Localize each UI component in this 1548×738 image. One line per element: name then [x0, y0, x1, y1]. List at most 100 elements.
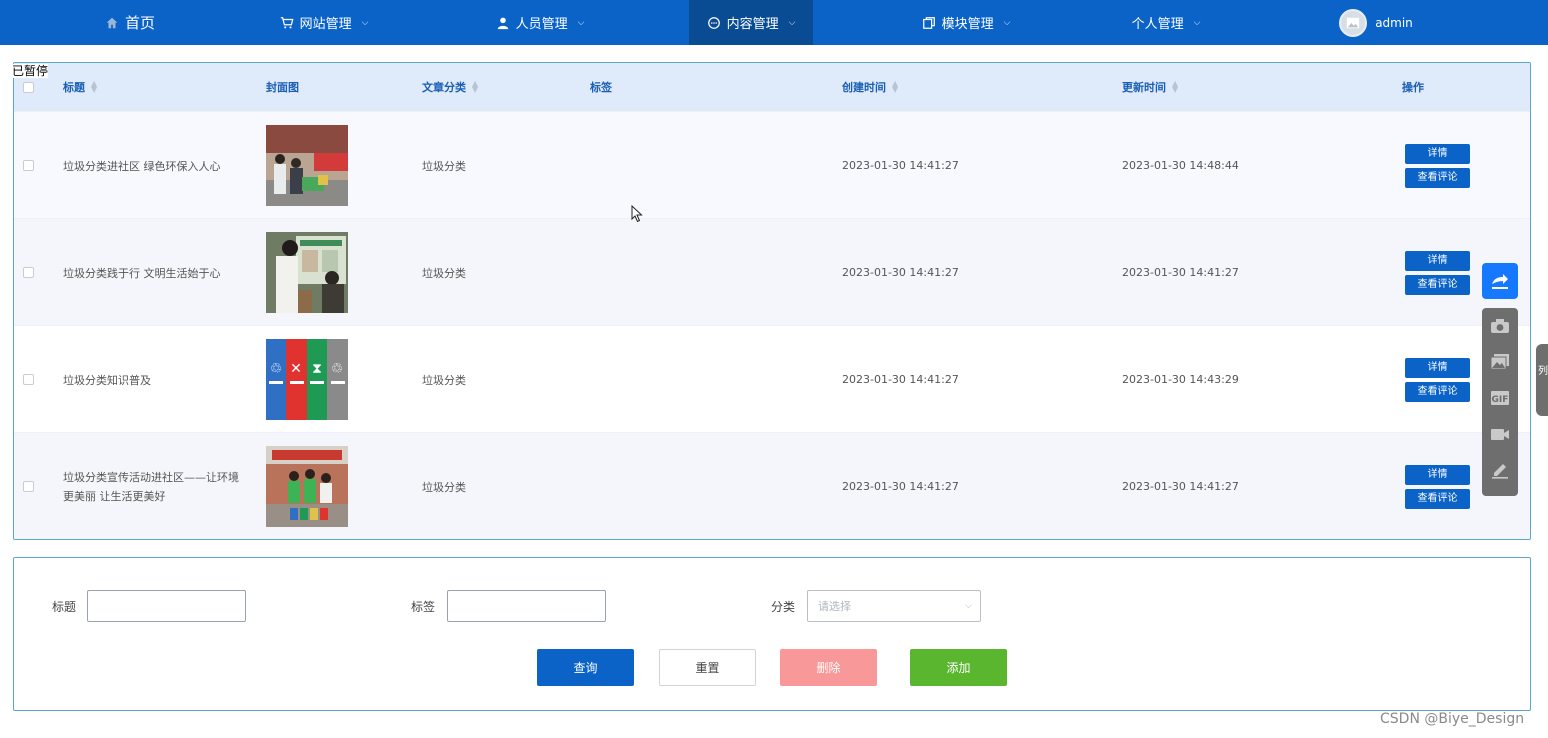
query-button[interactable]: 查询 — [537, 649, 634, 686]
row-title: 垃圾分类知识普及 — [63, 373, 151, 387]
pen-icon — [1492, 464, 1508, 479]
cover-image: ♲ ✕ ⧗ ♲ — [266, 326, 348, 433]
watermark: CSDN @Biye_Design — [1380, 711, 1525, 727]
share-button[interactable] — [1482, 263, 1518, 299]
video-icon — [1491, 429, 1509, 440]
user-menu[interactable]: admin — [1336, 0, 1416, 45]
nav-home[interactable]: 首页 — [80, 0, 180, 45]
detail-button[interactable]: 详情 — [1405, 250, 1470, 271]
row-created: 2023-01-30 14:41:27 — [842, 159, 959, 172]
paused-label: 已暂停 — [12, 64, 49, 78]
chat-icon — [707, 16, 720, 29]
search-panel: 标题 标签 分类 请选择 ⌵ 查询 重置 删除 添加 — [13, 557, 1531, 711]
row-category: 垃圾分类 — [422, 373, 466, 387]
photo-community-event — [266, 125, 348, 206]
row-updated: 2023-01-30 14:41:27 — [1122, 266, 1239, 279]
svg-text:✕: ✕ — [290, 361, 302, 377]
header-actions: 操作 — [1402, 81, 1424, 94]
row-created: 2023-01-30 14:41:27 — [842, 480, 959, 493]
view-comments-button[interactable]: 查看评论 — [1405, 381, 1470, 402]
sort-icon[interactable]: ▲ ▼ — [892, 80, 898, 94]
nav-personal-management[interactable]: 个人管理 ⌵ — [1114, 0, 1218, 45]
sort-icon[interactable]: ▲ ▼ — [1172, 80, 1178, 94]
camera-icon — [1491, 319, 1509, 333]
top-nav: 首页 网站管理 ⌵ 人员管理 ⌵ 内容管理 ⌵ 模块管理 ⌵ 个人管理 ⌵ admin — [0, 0, 1548, 45]
nav-content-management[interactable]: 内容管理 ⌵ — [689, 0, 813, 45]
cover-image — [266, 433, 348, 539]
row-created: 2023-01-30 14:41:27 — [842, 266, 959, 279]
row-category: 垃圾分类 — [422, 159, 466, 173]
row-checkbox[interactable] — [23, 326, 34, 433]
detail-button[interactable]: 详情 — [1405, 357, 1470, 378]
row-updated: 2023-01-30 14:43:29 — [1122, 373, 1239, 386]
svg-text:GIF: GIF — [1492, 395, 1509, 405]
home-icon — [106, 17, 118, 28]
sort-icon[interactable]: ▲ ▼ — [472, 80, 478, 94]
svg-text:♲: ♲ — [270, 361, 283, 377]
svg-text:♲: ♲ — [331, 361, 344, 377]
cover-image — [266, 219, 348, 326]
row-category: 垃圾分类 — [422, 480, 466, 494]
user-icon — [497, 17, 508, 29]
header-cover: 封面图 — [266, 81, 299, 94]
category-label: 分类 — [771, 600, 796, 614]
header-category[interactable]: 文章分类 ▲ ▼ — [422, 63, 478, 111]
chevron-down-icon: ⌵ — [965, 601, 972, 611]
view-comments-button[interactable]: 查看评论 — [1405, 274, 1470, 295]
view-comments-button[interactable]: 查看评论 — [1405, 488, 1470, 509]
add-button[interactable]: 添加 — [910, 649, 1007, 686]
copy-icon — [922, 16, 935, 29]
tag-input[interactable] — [447, 590, 606, 622]
chevron-down-icon: ⌵ — [788, 17, 796, 28]
row-created: 2023-01-30 14:41:27 — [842, 373, 959, 386]
gif-icon: GIF — [1491, 391, 1509, 405]
chevron-down-icon: ⌵ — [1003, 17, 1011, 28]
mouse-cursor-icon — [631, 205, 643, 223]
chevron-down-icon: ⌵ — [361, 17, 369, 28]
sort-icon[interactable]: ▲ ▼ — [91, 80, 97, 94]
table-row[interactable]: 垃圾分类进社区 绿色环保入人心 垃圾分类 2023-01-30 14:41:27… — [14, 111, 1530, 218]
screenshot-button[interactable] — [1482, 308, 1518, 344]
gif-button[interactable]: GIF — [1482, 380, 1518, 416]
photo-sorting-bins: ♲ ✕ ⧗ ♲ — [266, 339, 348, 420]
long-screenshot-button[interactable] — [1482, 344, 1518, 380]
annotate-button[interactable] — [1482, 452, 1518, 488]
nav-people-management[interactable]: 人员管理 ⌵ — [478, 0, 602, 45]
row-category: 垃圾分类 — [422, 266, 466, 280]
nav-module-management[interactable]: 模块管理 ⌵ — [904, 0, 1028, 45]
row-title: 垃圾分类进社区 绿色环保入人心 — [63, 159, 221, 173]
header-tags: 标签 — [590, 81, 612, 94]
view-comments-button[interactable]: 查看评论 — [1405, 167, 1470, 188]
delete-button[interactable]: 删除 — [780, 649, 877, 686]
row-checkbox[interactable] — [23, 433, 34, 539]
side-panel-tab[interactable]: 列 — [1536, 344, 1548, 416]
title-input[interactable] — [87, 590, 246, 622]
table-header: 标题 ▲ ▼ 封面图 文章分类 ▲ ▼ 标签 创建时间 ▲ ▼ 更新时间 ▲ ▼ 操作 — [14, 63, 1530, 111]
share-icon — [1492, 274, 1508, 289]
title-label: 标题 — [52, 600, 77, 614]
row-title: 垃圾分类践于行 文明生活始于心 — [63, 266, 221, 280]
photo-volunteers — [266, 446, 348, 527]
row-updated: 2023-01-30 14:48:44 — [1122, 159, 1239, 172]
image-icon — [1347, 17, 1360, 28]
detail-button[interactable]: 详情 — [1405, 464, 1470, 485]
table-row[interactable]: 垃圾分类践于行 文明生活始于心 垃圾分类 2023-01-30 14:41:27… — [14, 218, 1530, 325]
header-title[interactable]: 标题 ▲ ▼ — [63, 63, 97, 111]
chevron-down-icon: ⌵ — [1193, 17, 1201, 28]
nav-website-management[interactable]: 网站管理 ⌵ — [262, 0, 386, 45]
capture-toolbar: GIF — [1482, 308, 1518, 496]
category-select[interactable]: 请选择 ⌵ — [807, 590, 981, 622]
row-updated: 2023-01-30 14:41:27 — [1122, 480, 1239, 493]
row-checkbox[interactable] — [23, 219, 34, 326]
detail-button[interactable]: 详情 — [1405, 143, 1470, 164]
tag-label: 标签 — [411, 600, 436, 614]
record-button[interactable] — [1482, 416, 1518, 452]
svg-text:⧗: ⧗ — [312, 361, 322, 377]
reset-button[interactable]: 重置 — [659, 649, 756, 686]
table-row[interactable]: 垃圾分类知识普及 ♲ ✕ ⧗ ♲ 垃圾分类 2023-01-30 14:41:27 2… — [14, 325, 1530, 432]
header-created[interactable]: 创建时间 ▲ ▼ — [842, 63, 898, 111]
table-row[interactable]: 垃圾分类宣传活动进社区——让环境更美丽 让生活更美好 垃圾分类 2023-01-… — [14, 432, 1530, 539]
header-updated[interactable]: 更新时间 ▲ ▼ — [1122, 63, 1178, 111]
row-checkbox[interactable] — [23, 112, 34, 219]
cart-icon — [280, 16, 294, 28]
